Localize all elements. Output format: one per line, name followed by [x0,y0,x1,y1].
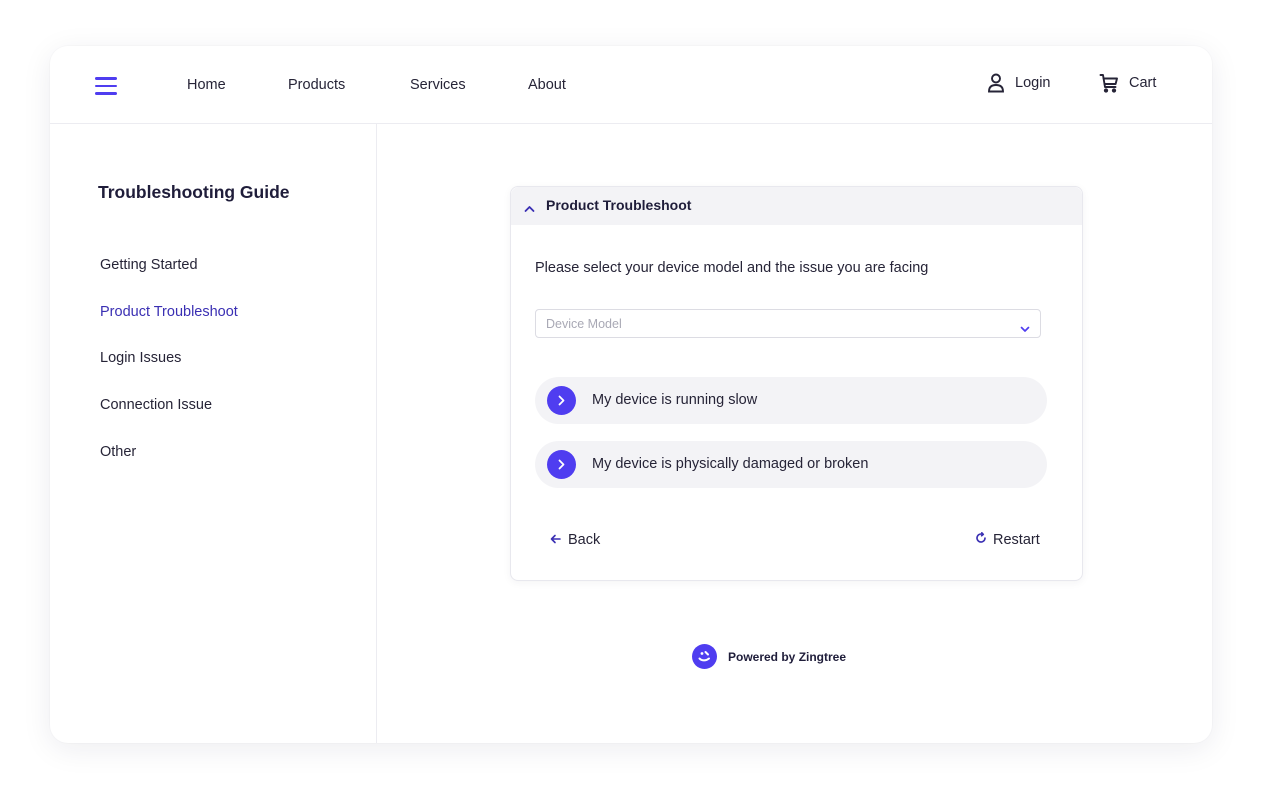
login-label: Login [1015,75,1051,91]
nav-link-home[interactable]: Home [187,77,226,93]
nav-link-products[interactable]: Products [288,77,345,93]
select-placeholder: Device Model [546,317,622,331]
chevron-up-icon [524,200,535,218]
powered-by: Powered by Zingtree [692,644,846,669]
sidebar-item-connection-issue[interactable]: Connection Issue [100,397,212,413]
restart-label: Restart [993,532,1040,548]
back-button[interactable]: Back [550,532,600,548]
prompt-text: Please select your device model and the … [535,260,929,276]
cart-icon [1099,73,1119,93]
sidebar-item-login-issues[interactable]: Login Issues [100,350,181,366]
option-running-slow[interactable]: My device is running slow [535,377,1047,424]
app-window: Home Products Services About Login Cart … [50,46,1212,743]
cart-label: Cart [1129,75,1157,91]
device-model-select[interactable]: Device Model [535,309,1041,338]
sidebar-item-other[interactable]: Other [100,444,136,460]
nav-link-services[interactable]: Services [410,77,466,93]
chevron-right-icon [547,386,576,415]
option-physically-damaged[interactable]: My device is physically damaged or broke… [535,441,1047,488]
option-label: My device is physically damaged or broke… [592,456,869,472]
restart-button[interactable]: Restart [975,532,1040,548]
card-title: Product Troubleshoot [546,197,692,213]
user-icon [987,73,1005,93]
hamburger-icon[interactable] [95,77,117,95]
troubleshoot-card: Product Troubleshoot Please select your … [510,186,1083,581]
sidebar-item-getting-started[interactable]: Getting Started [100,257,198,273]
powered-by-text: Powered by Zingtree [728,649,847,664]
chevron-right-icon [547,450,576,479]
card-header[interactable]: Product Troubleshoot [511,187,1082,225]
login-button[interactable]: Login [987,73,1050,93]
option-label: My device is running slow [592,392,758,408]
arrow-left-icon [550,532,561,548]
zingtree-logo-icon [692,644,717,669]
top-navigation: Home Products Services About Login Cart [50,46,1212,124]
sidebar: Troubleshooting Guide Getting Started Pr… [50,124,377,743]
chevron-down-icon [1020,320,1030,338]
back-label: Back [568,532,601,548]
nav-link-about[interactable]: About [528,77,566,93]
restart-icon [975,532,987,548]
cart-button[interactable]: Cart [1099,73,1156,93]
sidebar-title: Troubleshooting Guide [98,182,290,202]
sidebar-item-product-troubleshoot[interactable]: Product Troubleshoot [100,304,238,320]
